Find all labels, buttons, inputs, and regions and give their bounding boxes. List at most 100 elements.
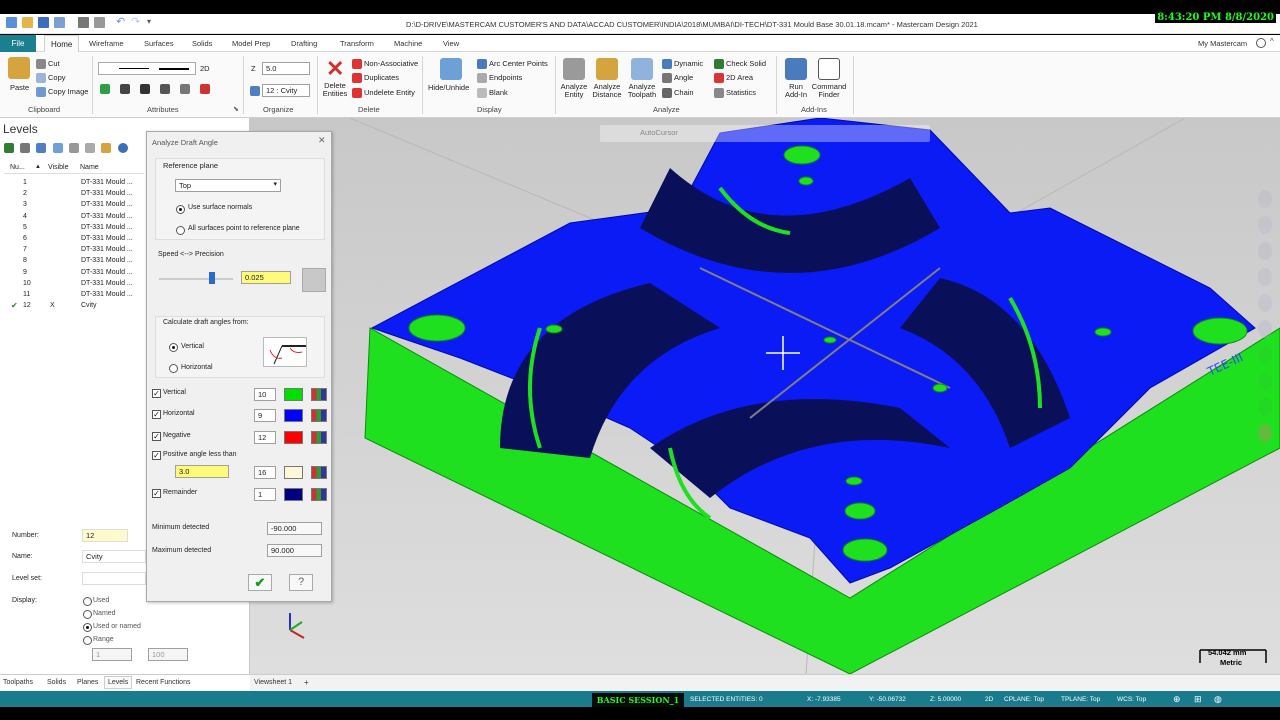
draft-row-value[interactable]: 16 (254, 466, 276, 479)
display-range-radio[interactable] (83, 636, 92, 645)
copy-image-button[interactable]: Copy Image (36, 87, 88, 98)
new-file-icon[interactable] (6, 17, 17, 28)
analyze-toolpath-button[interactable]: Analyze Toolpath (625, 83, 659, 99)
level-row[interactable]: 2 DT-331 Mould ... (8, 189, 138, 200)
level-row[interactable]: ✔ 12 X Cvity (8, 301, 138, 312)
dimension-mode[interactable]: 2D (200, 64, 210, 73)
dimension-mode-status[interactable]: 2D (985, 696, 993, 703)
layers-icon[interactable] (36, 143, 47, 153)
draft-row-checkbox[interactable]: ✓ (152, 451, 161, 460)
draft-row-checkbox[interactable]: ✓ (152, 489, 161, 498)
chain-button[interactable]: Chain (662, 88, 694, 99)
my-mastercam-link[interactable]: My Mastercam (1198, 39, 1247, 48)
delete-entities-button[interactable]: Delete Entities (321, 82, 349, 98)
range-to-input[interactable]: 100 (148, 648, 188, 661)
run-add-in-button[interactable]: Run Add-In (782, 83, 810, 99)
help-icon[interactable] (117, 143, 128, 153)
palette-icon[interactable] (311, 488, 327, 501)
col-visible[interactable]: Visible (48, 164, 69, 171)
print-icon[interactable] (78, 17, 89, 28)
help-icon[interactable]: ? (289, 574, 313, 591)
level-row[interactable]: 3 DT-331 Mould ... (8, 200, 138, 211)
analyze-distance-icon[interactable] (596, 58, 618, 80)
positive-angle-input[interactable]: 3.0 (175, 465, 229, 478)
close-icon[interactable]: ✕ (318, 135, 326, 146)
ribbon-collapse-icon[interactable]: ^ (1270, 37, 1274, 46)
tab-drafting[interactable]: Drafting (291, 39, 317, 48)
draft-row-color-swatch[interactable] (284, 488, 303, 501)
analyze-entity-icon[interactable] (563, 58, 585, 80)
duplicates-button[interactable]: Duplicates (352, 73, 399, 84)
col-number[interactable]: Nu... (10, 164, 25, 171)
slider-thumb[interactable] (209, 272, 215, 284)
palette-icon[interactable] (311, 431, 327, 444)
statistics-button[interactable]: Statistics (714, 88, 756, 99)
line-style-selector[interactable] (98, 62, 196, 75)
cplane-status[interactable]: CPLANE: Top (1004, 696, 1044, 703)
open-file-icon[interactable] (22, 17, 33, 28)
tab-home[interactable]: Home (44, 35, 80, 53)
redo-icon[interactable]: ↷ (131, 15, 140, 28)
analyze-toolpath-icon[interactable] (631, 58, 653, 80)
undelete-entity-button[interactable]: Undelete Entity (352, 88, 415, 99)
level-row[interactable]: 10 DT-331 Mould ... (8, 279, 138, 290)
draft-row-checkbox[interactable]: ✓ (152, 389, 161, 398)
level-selector[interactable]: 12 : Cvity (262, 84, 310, 97)
draft-row-value[interactable]: 1 (254, 488, 276, 501)
col-name[interactable]: Name (80, 164, 99, 171)
tab-view[interactable]: View (443, 39, 459, 48)
level-row[interactable]: 11 DT-331 Mould ... (8, 290, 138, 301)
add-level-icon[interactable] (4, 143, 14, 153)
use-surface-normals-radio[interactable] (176, 205, 185, 214)
draft-row-color-swatch[interactable] (284, 466, 303, 479)
draft-row-checkbox[interactable]: ✓ (152, 410, 161, 419)
tplane-status[interactable]: TPLANE: Top (1061, 696, 1100, 703)
cube-icon[interactable]: ⊞ (1194, 694, 1202, 705)
precision-input[interactable]: 0.025 (241, 271, 291, 284)
draft-row-color-swatch[interactable] (284, 388, 303, 401)
tab-levels[interactable]: Levels (104, 676, 133, 689)
tab-viewsheet-1[interactable]: Viewsheet 1 (254, 679, 292, 686)
z-depth-input[interactable]: 5.0 (262, 62, 310, 75)
level-list-icon[interactable] (85, 143, 96, 153)
tab-solids-panel[interactable]: Solids (47, 679, 66, 686)
check-solid-button[interactable]: Check Solid (714, 59, 766, 70)
attribute-color-tools[interactable] (100, 84, 235, 96)
command-finder-button[interactable]: Command Finder (810, 83, 848, 99)
print-preview-icon[interactable] (94, 17, 105, 28)
paste-button[interactable]: Paste (10, 83, 29, 92)
save-as-icon[interactable] (54, 17, 65, 28)
level-number-input[interactable]: 12 (82, 529, 128, 542)
blank-button[interactable]: Blank (477, 88, 508, 99)
ok-check-icon[interactable]: ✔ (248, 574, 272, 591)
level-row[interactable]: 7 DT-331 Mould ... (8, 245, 138, 256)
globe-icon[interactable]: ⊕ (1173, 694, 1181, 705)
quick-access-dropdown-icon[interactable]: ▾ (147, 17, 151, 26)
level-name-input[interactable]: Cvity (82, 550, 146, 563)
copy-button[interactable]: Copy (36, 73, 66, 84)
wcs-status[interactable]: WCS: Top (1117, 696, 1146, 703)
non-associative-button[interactable]: Non-Associative (352, 59, 418, 70)
level-set-input[interactable] (82, 572, 146, 585)
quick-mask-strip[interactable] (1258, 190, 1272, 600)
draft-row-checkbox[interactable]: ✓ (152, 432, 161, 441)
tab-transform[interactable]: Transform (340, 39, 374, 48)
graphics-viewport[interactable]: TEE-III AutoCursor 54.042 mm Metric (250, 118, 1280, 674)
layers-all-icon[interactable] (52, 143, 63, 153)
range-from-input[interactable]: 1 (92, 648, 132, 661)
tab-machine[interactable]: Machine (394, 39, 422, 48)
draft-row-value[interactable]: 12 (254, 431, 276, 444)
reference-plane-select[interactable]: Top ▾ (175, 179, 281, 192)
level-row[interactable]: 5 DT-331 Mould ... (8, 223, 138, 234)
area-2d-button[interactable]: 2D Area (714, 73, 753, 84)
tab-surfaces[interactable]: Surfaces (144, 39, 174, 48)
angle-button[interactable]: Angle (662, 73, 693, 84)
tab-file[interactable]: File (0, 35, 36, 52)
tab-solids[interactable]: Solids (192, 39, 212, 48)
hide-unhide-button[interactable]: Hide/Unhide (428, 83, 469, 92)
level-row[interactable]: 8 DT-331 Mould ... (8, 256, 138, 267)
analyze-entity-button[interactable]: Analyze Entity (559, 83, 589, 99)
tab-recent-functions[interactable]: Recent Functions (136, 679, 190, 686)
draft-row-color-swatch[interactable] (284, 409, 303, 422)
cut-button[interactable]: Cut (36, 59, 60, 70)
